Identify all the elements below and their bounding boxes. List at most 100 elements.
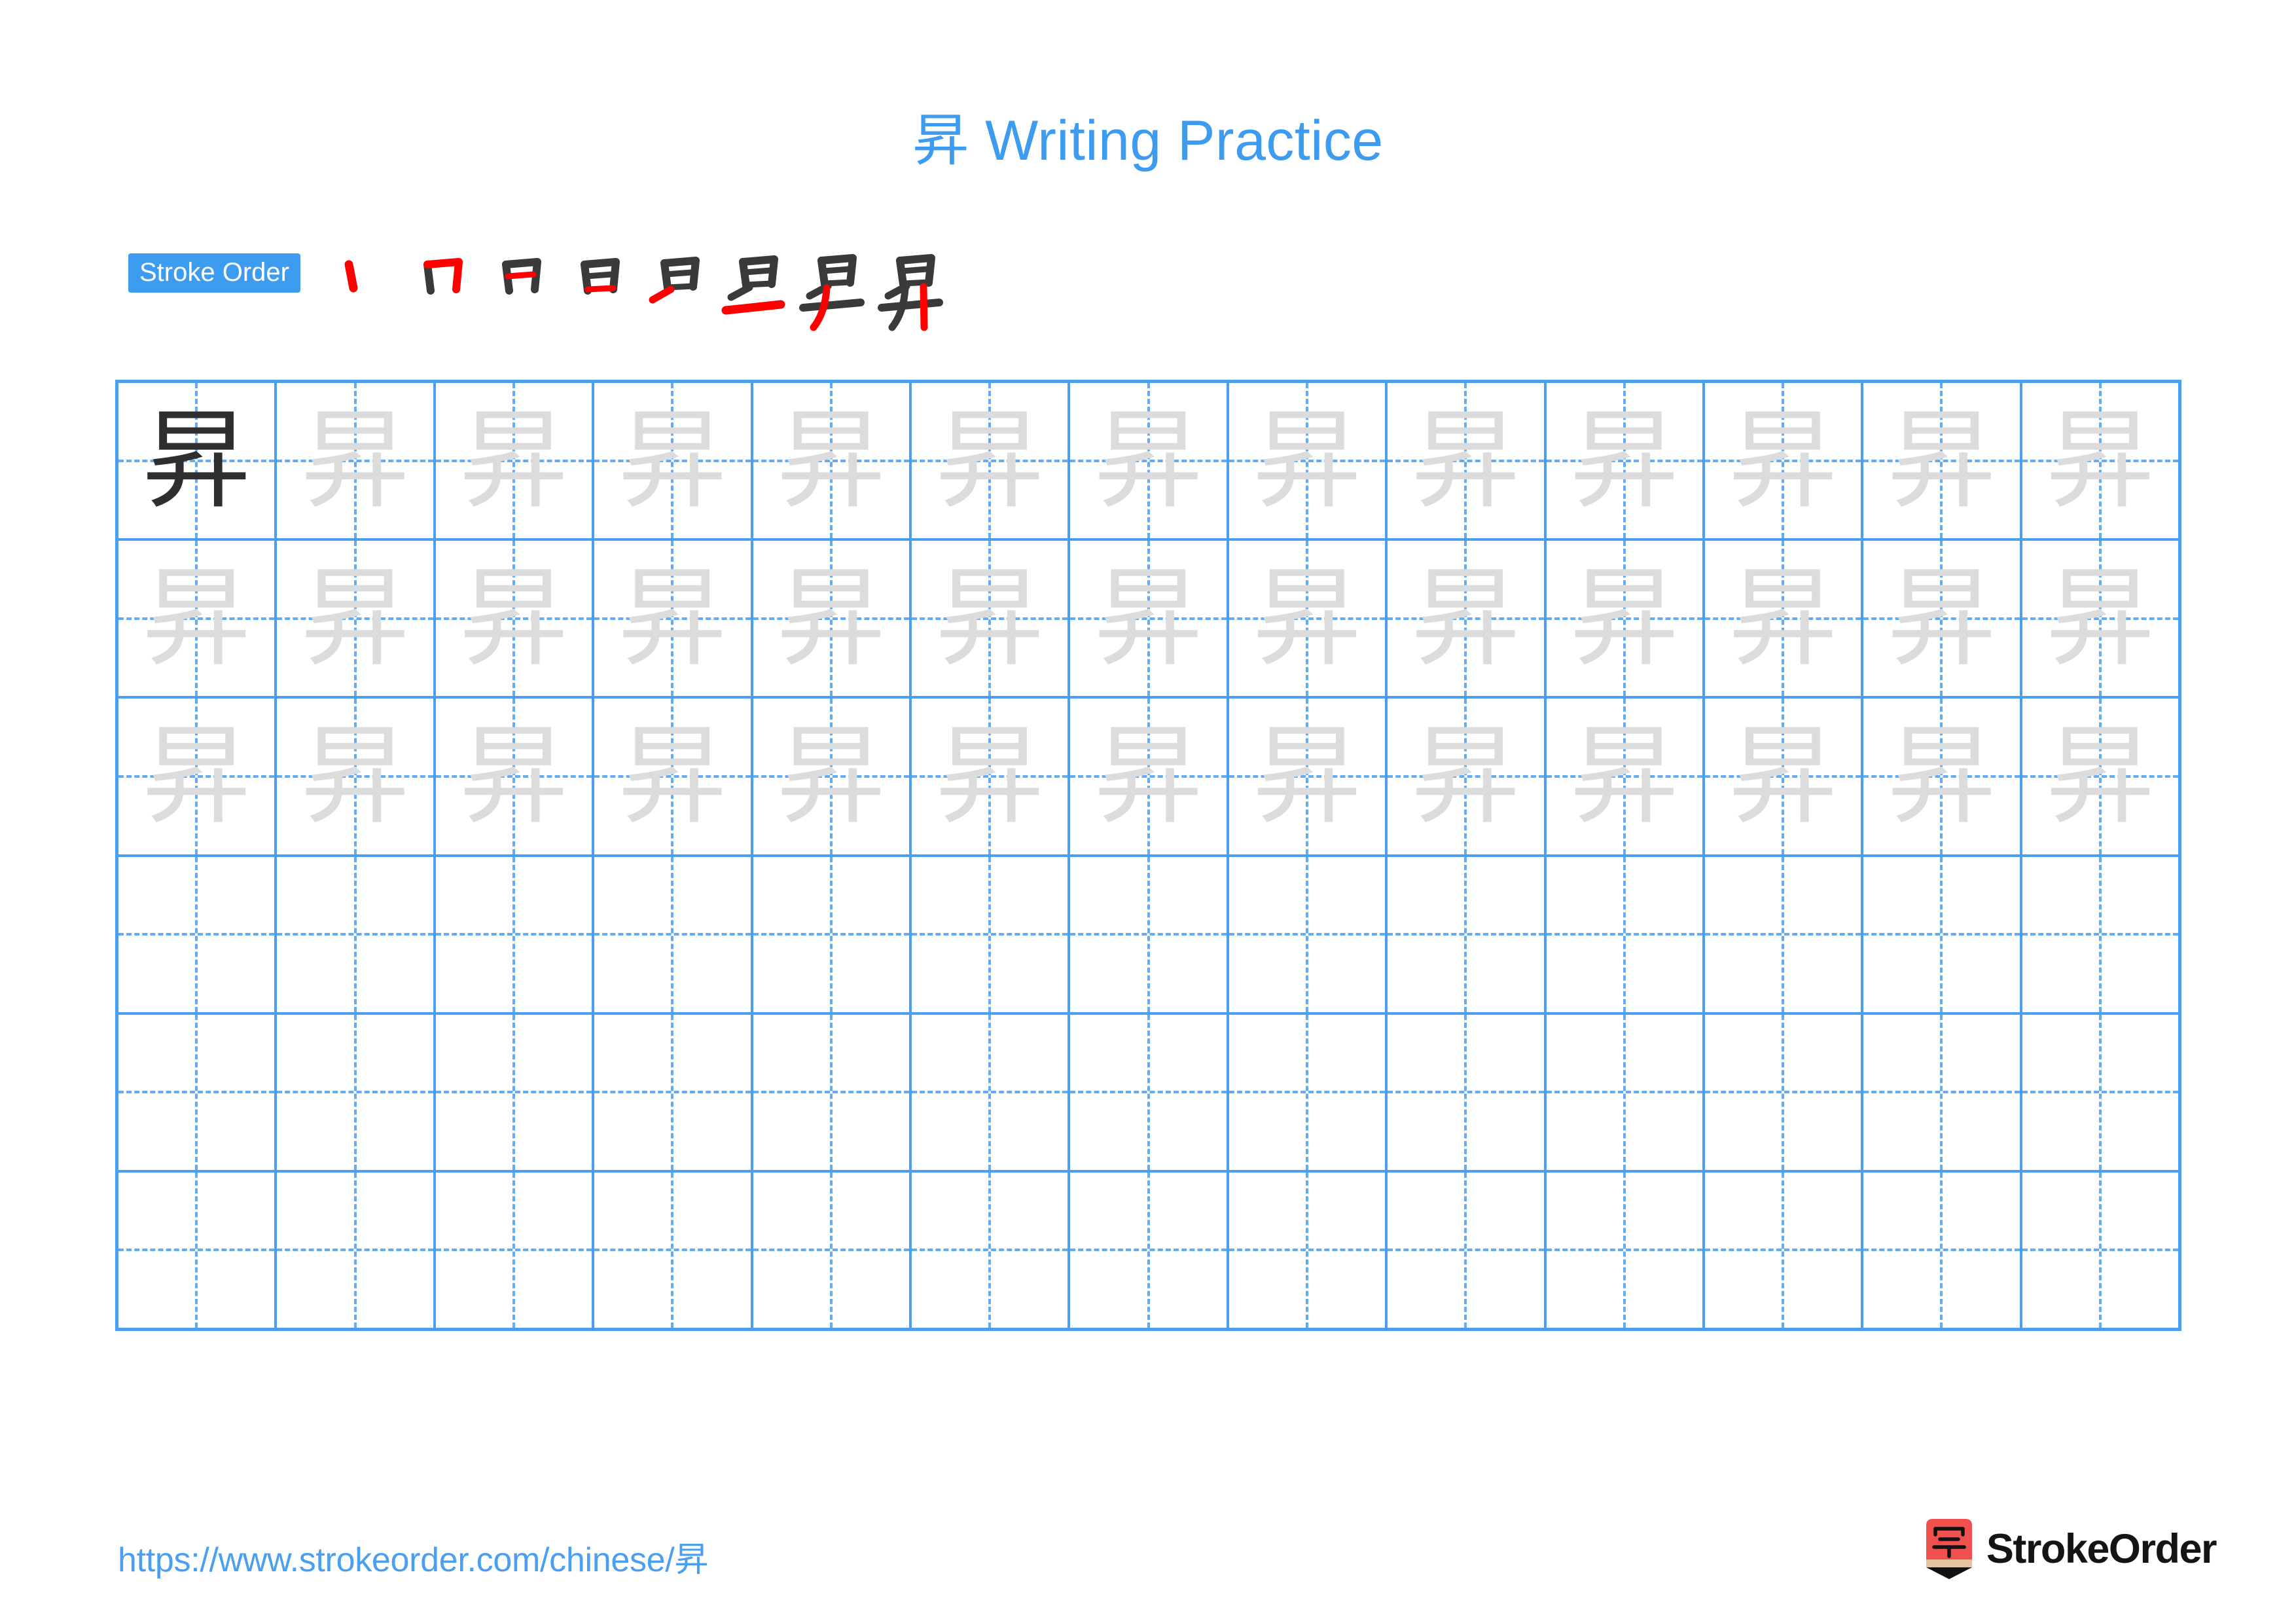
practice-cell[interactable]: 昇 (912, 541, 1071, 697)
practice-cell[interactable] (277, 1014, 436, 1170)
practice-cell[interactable]: 昇 (1229, 541, 1388, 697)
trace-character: 昇 (1094, 555, 1203, 682)
trace-character: 昇 (1570, 713, 1679, 839)
practice-cell[interactable]: 昇 (277, 383, 436, 539)
practice-cell[interactable] (1070, 856, 1229, 1012)
trace-character: 昇 (777, 555, 886, 682)
trace-character: 昇 (618, 713, 726, 839)
practice-cell[interactable]: 昇 (1229, 383, 1388, 539)
practice-cell[interactable] (1388, 1172, 1547, 1328)
practice-cell[interactable]: 昇 (436, 699, 595, 854)
practice-cell[interactable] (1547, 1172, 1705, 1328)
practice-cell[interactable] (1863, 1014, 2022, 1170)
practice-cell[interactable]: 昇 (436, 541, 595, 697)
practice-cell[interactable]: 昇 (753, 699, 912, 854)
practice-cell[interactable] (1705, 856, 1864, 1012)
stroke-step-8 (874, 250, 949, 331)
practice-cell[interactable]: 昇 (1863, 541, 2022, 697)
practice-cell[interactable]: 昇 (1863, 383, 2022, 539)
practice-cell[interactable]: 昇 (1863, 699, 2022, 854)
practice-cell[interactable]: 昇 (2022, 541, 2178, 696)
practice-cell[interactable] (912, 856, 1071, 1012)
trace-character: 昇 (777, 713, 886, 839)
trace-character: 昇 (935, 397, 1044, 524)
trace-character: 昇 (1411, 555, 1520, 682)
practice-cell[interactable] (1863, 856, 2022, 1012)
practice-cell[interactable] (2022, 857, 2178, 1012)
practice-cell[interactable] (753, 856, 912, 1012)
practice-cell[interactable]: 昇 (118, 383, 278, 539)
practice-cell[interactable]: 昇 (118, 699, 278, 854)
practice-cell[interactable]: 昇 (1070, 383, 1229, 539)
practice-cell[interactable] (2022, 1173, 2178, 1328)
practice-cell[interactable]: 昇 (1229, 699, 1388, 854)
practice-cell[interactable]: 昇 (594, 383, 753, 539)
practice-cell[interactable]: 昇 (1070, 541, 1229, 697)
practice-cell[interactable] (1229, 1172, 1388, 1328)
practice-cell[interactable] (912, 1014, 1071, 1170)
page-title: 昇 Writing Practice (912, 109, 1384, 172)
practice-cell[interactable]: 昇 (753, 541, 912, 697)
practice-cell[interactable]: 昇 (1388, 699, 1547, 854)
practice-cell[interactable] (118, 1014, 278, 1170)
stroke-order-section: Stroke Order (128, 250, 952, 331)
practice-cell[interactable]: 昇 (1705, 699, 1864, 854)
practice-cell[interactable] (1229, 1014, 1388, 1170)
stroke-step-7 (795, 250, 870, 331)
practice-cell[interactable] (1388, 1014, 1547, 1170)
practice-cell[interactable] (1705, 1172, 1864, 1328)
practice-cell[interactable] (277, 1172, 436, 1328)
practice-cell[interactable] (1388, 856, 1547, 1012)
practice-cell[interactable] (594, 856, 753, 1012)
trace-character: 昇 (459, 555, 568, 682)
practice-cell[interactable]: 昇 (1388, 541, 1547, 697)
practice-cell[interactable]: 昇 (118, 541, 278, 697)
trace-character: 昇 (301, 555, 410, 682)
practice-cell[interactable]: 昇 (594, 541, 753, 697)
trace-character: 昇 (1729, 397, 1837, 524)
practice-cell[interactable] (1705, 1014, 1864, 1170)
practice-cell[interactable]: 昇 (1388, 383, 1547, 539)
practice-cell[interactable]: 昇 (1070, 699, 1229, 854)
practice-cell[interactable] (594, 1014, 753, 1170)
footer-url[interactable]: https://www.strokeorder.com/chinese/昇 (118, 1532, 708, 1581)
trace-character: 昇 (935, 555, 1044, 682)
practice-cell[interactable] (436, 856, 595, 1012)
trace-character: 昇 (301, 713, 410, 839)
practice-cell[interactable]: 昇 (436, 383, 595, 539)
practice-cell[interactable] (1547, 1014, 1705, 1170)
practice-cell[interactable] (277, 856, 436, 1012)
practice-cell[interactable]: 昇 (1547, 383, 1705, 539)
practice-cell[interactable]: 昇 (912, 699, 1071, 854)
practice-cell[interactable] (1863, 1172, 2022, 1328)
practice-cell[interactable] (436, 1014, 595, 1170)
practice-cell[interactable]: 昇 (1547, 541, 1705, 697)
practice-cell[interactable]: 昇 (1547, 699, 1705, 854)
footer-logo[interactable]: StrokeOrder (1926, 1518, 2217, 1580)
practice-cell[interactable] (753, 1172, 912, 1328)
practice-cell[interactable]: 昇 (753, 383, 912, 539)
practice-cell[interactable]: 昇 (2022, 699, 2178, 854)
stroke-step-6 (717, 250, 792, 329)
practice-cell[interactable]: 昇 (277, 699, 436, 854)
practice-cell[interactable] (2022, 1015, 2178, 1170)
practice-cell[interactable] (753, 1014, 912, 1170)
practice-cell[interactable] (912, 1172, 1071, 1328)
practice-cell[interactable] (118, 1172, 278, 1328)
practice-cell[interactable] (1070, 1172, 1229, 1328)
trace-character: 昇 (142, 713, 251, 839)
trace-character: 昇 (459, 397, 568, 524)
practice-cell[interactable] (118, 856, 278, 1012)
practice-cell[interactable] (1070, 1014, 1229, 1170)
practice-cell[interactable]: 昇 (1705, 541, 1864, 697)
practice-cell[interactable]: 昇 (1705, 383, 1864, 539)
practice-cell[interactable]: 昇 (2022, 383, 2178, 538)
grid-row (118, 1014, 2178, 1173)
practice-cell[interactable]: 昇 (277, 541, 436, 697)
practice-cell[interactable]: 昇 (912, 383, 1071, 539)
practice-cell[interactable] (1229, 856, 1388, 1012)
practice-cell[interactable] (436, 1172, 595, 1328)
practice-cell[interactable] (1547, 856, 1705, 1012)
practice-cell[interactable] (594, 1172, 753, 1328)
practice-cell[interactable]: 昇 (594, 699, 753, 854)
